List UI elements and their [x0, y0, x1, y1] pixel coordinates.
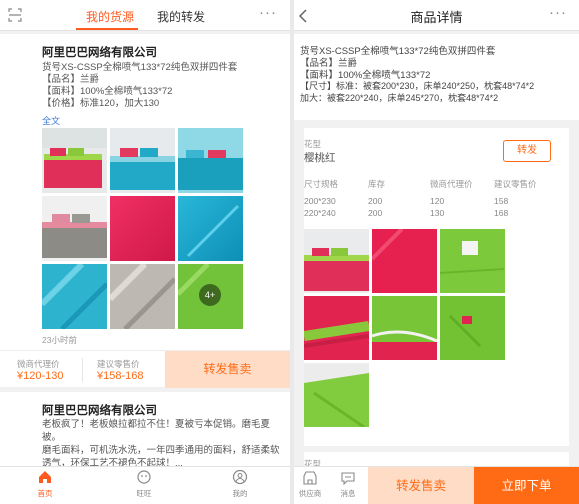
table-cell: 158 [494, 196, 509, 206]
table-header: 尺寸规格 [304, 179, 339, 189]
table-cell: 120 [430, 196, 445, 206]
forward-sell-button[interactable]: 转发售卖 [368, 467, 474, 504]
info-line: 加大：被套220*240，床单245*270，枕套48*74*2 [300, 93, 499, 103]
agent-price-value: ¥120-130 [17, 370, 64, 382]
more-icon[interactable]: ··· [549, 4, 567, 21]
store-icon [303, 471, 317, 485]
home-icon [39, 471, 51, 483]
nav-mine[interactable]: 我的 [210, 469, 270, 499]
table-header: 库存 [368, 179, 386, 189]
table-header: 微商代理价 [430, 179, 473, 189]
forward-sell-button[interactable]: 转发售卖 [165, 351, 290, 388]
company-name: 阿里巴巴网络有限公司 [42, 405, 157, 417]
table-cell: 200 [368, 196, 383, 206]
price-divider [82, 358, 83, 382]
agent-price-label: 微商代理价 [17, 359, 60, 369]
company-name: 阿里巴巴网络有限公司 [42, 47, 157, 59]
buy-now-button[interactable]: 立即下单 [474, 467, 579, 504]
left-header: 我的货源 我的转发 ··· [0, 0, 290, 31]
flower-label: 花型 [304, 139, 322, 149]
forward-button[interactable]: 转发 [503, 140, 551, 162]
sku-image[interactable] [304, 229, 369, 293]
product-thumb[interactable] [178, 196, 243, 261]
product-card[interactable]: 阿里巴巴网络有限公司 货号XS-CSSP全棉喷气133*72纯色双拼四件套 【品… [0, 34, 290, 387]
bottom-nav: 首页 旺旺 我的 [0, 466, 290, 504]
product-thumb[interactable] [42, 128, 107, 193]
price-bar: 微商代理价 ¥120-130 建议零售价 ¥158-168 转发售卖 [0, 350, 290, 388]
sku-image[interactable] [304, 363, 369, 427]
right-header: 商品详情 ··· [294, 0, 579, 31]
nav-wangwang[interactable]: 旺旺 [114, 469, 174, 499]
product-thumb[interactable] [110, 196, 175, 261]
table-cell: 200*230 [304, 196, 336, 206]
message-icon [341, 472, 355, 486]
nav-wangwang-label: 旺旺 [136, 489, 152, 498]
table-cell: 200 [368, 208, 383, 218]
user-icon [232, 469, 248, 485]
product-thumb[interactable] [42, 264, 107, 329]
more-icon[interactable]: ··· [259, 4, 277, 21]
table-cell: 168 [494, 208, 509, 218]
desc-text: 老板疯了！老板娘拉都拉不住！夏被亏本促销。磨毛夏被。 [42, 419, 271, 443]
nav-home-label: 首页 [37, 489, 53, 498]
sku-card: 花型 樱桃红 转发 尺寸规格 库存 微商代理价 建议零售价 200*230 20… [304, 128, 569, 446]
post-time: 23小时前 [42, 335, 77, 345]
screen: 我的货源 我的转发 ··· 阿里巴巴网络有限公司 货号XS-CSSP全棉喷气13… [0, 0, 579, 504]
product-info: 货号XS-CSSP全棉喷气133*72纯色双拼四件套 【品名】兰爵 【面料】10… [294, 34, 579, 120]
right-panel: 商品详情 ··· 货号XS-CSSP全棉喷气133*72纯色双拼四件套 【品名】… [294, 0, 579, 504]
nav-mine-label: 我的 [232, 489, 248, 498]
product-thumb[interactable] [110, 264, 175, 329]
sku-image[interactable] [304, 296, 369, 360]
product-thumb[interactable] [178, 128, 243, 193]
full-text-link[interactable]: 全文 [42, 114, 60, 127]
left-panel: 我的货源 我的转发 ··· 阿里巴巴网络有限公司 货号XS-CSSP全棉喷气13… [0, 0, 290, 504]
more-images-badge[interactable]: 4+ [199, 284, 221, 306]
sku-image[interactable] [372, 229, 437, 293]
nav-home[interactable]: 首页 [15, 469, 75, 499]
tab-underline [76, 28, 138, 30]
product-thumb[interactable] [110, 128, 175, 193]
desc-line: 【价格】标准120，加大130 [42, 98, 160, 109]
tab-my-forwards[interactable]: 我的转发 [157, 8, 205, 25]
product-card[interactable]: 阿里巴巴网络有限公司 老板疯了！老板娘拉都拉不住！夏被亏本促销。磨毛夏被。 磨毛… [0, 392, 290, 469]
table-cell: 130 [430, 208, 445, 218]
sku-image[interactable] [440, 229, 505, 293]
product-thumb[interactable] [42, 196, 107, 261]
retail-price-label: 建议零售价 [97, 359, 140, 369]
scan-icon[interactable] [8, 8, 22, 22]
sku-image[interactable] [372, 296, 437, 360]
detail-bottom-bar: 供应商 消息 转发售卖 立即下单 [294, 466, 579, 504]
flower-value: 樱桃红 [304, 152, 336, 164]
retail-price-value: ¥158-168 [97, 370, 144, 382]
sku-image[interactable] [440, 296, 505, 360]
tab-my-sources[interactable]: 我的货源 [86, 8, 134, 25]
table-cell: 220*240 [304, 208, 336, 218]
chat-icon [137, 470, 151, 484]
page-title: 商品详情 [410, 10, 463, 25]
table-header: 建议零售价 [494, 179, 537, 189]
